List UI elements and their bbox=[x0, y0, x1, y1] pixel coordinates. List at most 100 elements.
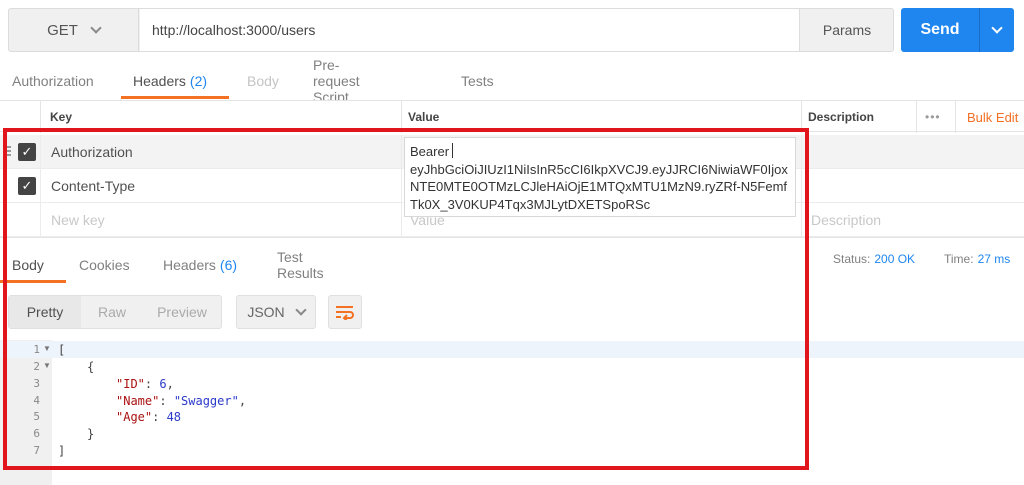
line-number: 3 bbox=[33, 377, 40, 390]
header-value-text: Bearer eyJhbGciOiJIUzI1NiIsInR5cCI6IkpXVC… bbox=[410, 143, 788, 212]
headers-count: (6) bbox=[219, 257, 238, 273]
params-button[interactable]: Params bbox=[801, 9, 893, 51]
chevron-down-icon bbox=[295, 304, 307, 316]
column-divider bbox=[401, 169, 402, 203]
chevron-down-icon bbox=[991, 22, 1003, 34]
tab-label: Body bbox=[247, 73, 279, 89]
send-button[interactable]: Send bbox=[901, 8, 1014, 52]
row-checkbox[interactable]: ✓ bbox=[18, 177, 36, 195]
column-description: Description bbox=[808, 110, 875, 124]
column-divider bbox=[916, 101, 917, 133]
chevron-down-icon bbox=[90, 22, 102, 34]
column-divider bbox=[801, 135, 802, 169]
column-divider bbox=[40, 203, 41, 237]
json-bracket: ] bbox=[58, 443, 66, 458]
line-number: 6 bbox=[33, 427, 40, 440]
column-divider bbox=[401, 203, 402, 237]
header-key[interactable]: Content-Type bbox=[51, 169, 135, 203]
divider bbox=[0, 237, 1024, 238]
tab-label: Test Results bbox=[277, 249, 324, 281]
column-divider bbox=[801, 101, 802, 133]
json-value: "Swagger" bbox=[173, 393, 239, 408]
json-value: 48 bbox=[166, 409, 182, 424]
line-number: 1 bbox=[33, 343, 40, 356]
active-line bbox=[0, 341, 1024, 358]
view-mode-group: Pretty Raw Preview bbox=[8, 295, 222, 329]
new-description-input[interactable]: Description bbox=[811, 203, 881, 237]
status-value: 200 OK bbox=[874, 252, 916, 266]
json-brace: } bbox=[87, 426, 95, 441]
new-key-input[interactable]: New key bbox=[51, 203, 105, 237]
send-options-button[interactable] bbox=[979, 8, 1014, 52]
tab-authorization[interactable]: Authorization bbox=[12, 63, 94, 99]
tab-test-results[interactable]: Test Results bbox=[277, 247, 324, 283]
url-input[interactable]: http://localhost:3000/users bbox=[140, 9, 800, 51]
column-divider bbox=[40, 169, 41, 203]
code-line: "Age": 48 bbox=[116, 409, 182, 424]
tab-headers[interactable]: Headers (2) bbox=[120, 63, 230, 99]
preview-button[interactable]: Preview bbox=[143, 296, 221, 328]
line-number: 2 bbox=[33, 360, 40, 373]
column-divider bbox=[401, 101, 402, 133]
format-label: JSON bbox=[247, 304, 285, 320]
row-checkbox[interactable]: ✓ bbox=[18, 143, 36, 161]
status-readout: Status: 200 OK bbox=[833, 252, 915, 266]
time-label: Time: bbox=[944, 252, 974, 266]
time-value: 27 ms bbox=[977, 252, 1011, 266]
code-line: { bbox=[87, 358, 94, 375]
json-value: 6 bbox=[159, 376, 167, 391]
code-line: ] bbox=[58, 442, 65, 459]
tab-cookies[interactable]: Cookies bbox=[79, 247, 130, 283]
method-select[interactable]: GET bbox=[9, 9, 139, 51]
code-line: "Name": "Swagger", bbox=[116, 393, 247, 408]
column-key: Key bbox=[50, 110, 73, 124]
bulk-edit-button[interactable]: Bulk Edit bbox=[967, 101, 1018, 133]
format-select[interactable]: JSON bbox=[236, 295, 316, 329]
json-bracket: [ bbox=[58, 342, 66, 357]
column-value: Value bbox=[408, 110, 440, 124]
send-label[interactable]: Send bbox=[901, 8, 979, 52]
text-caret bbox=[452, 143, 454, 158]
tab-response-body[interactable]: Body bbox=[0, 247, 66, 283]
code-line: [ bbox=[58, 341, 65, 358]
column-divider bbox=[40, 101, 41, 133]
header-value-editor[interactable]: Bearer eyJhbGciOiJIUzI1NiIsInR5cCI6IkpXVC… bbox=[404, 137, 796, 217]
column-divider bbox=[401, 135, 402, 169]
time-readout: Time: 27 ms bbox=[944, 252, 1010, 266]
tab-label: Body bbox=[12, 257, 44, 273]
tab-label: Authorization bbox=[12, 73, 94, 89]
more-options-icon[interactable]: ••• bbox=[925, 101, 941, 133]
column-divider bbox=[40, 135, 41, 169]
line-number: 5 bbox=[33, 410, 40, 423]
json-key: "ID" bbox=[116, 376, 145, 391]
tab-label: Headers bbox=[133, 73, 186, 89]
tab-tests[interactable]: Tests bbox=[461, 63, 494, 99]
code-line: } bbox=[87, 425, 94, 442]
headers-count: (2) bbox=[189, 73, 208, 89]
json-brace: { bbox=[87, 359, 95, 374]
headers-table-header: Key Value Description ••• Bulk Edit bbox=[0, 100, 1024, 133]
json-key: "Name" bbox=[116, 393, 160, 408]
fold-arrow-icon[interactable]: ▼ bbox=[43, 344, 51, 353]
tab-label: Headers bbox=[163, 257, 216, 273]
header-key[interactable]: Authorization bbox=[51, 135, 133, 169]
status-label: Status: bbox=[833, 252, 871, 266]
line-number: 7 bbox=[33, 444, 40, 457]
code-line: "ID": 6, bbox=[116, 376, 174, 391]
drag-handle-icon[interactable] bbox=[3, 146, 11, 158]
tab-body[interactable]: Body bbox=[247, 63, 279, 99]
raw-button[interactable]: Raw bbox=[81, 296, 143, 328]
request-bar: GET http://localhost:3000/users Params bbox=[8, 8, 894, 52]
tab-label: Tests bbox=[461, 73, 494, 89]
method-label: GET bbox=[47, 21, 78, 39]
wrap-icon bbox=[336, 306, 354, 320]
fold-arrow-icon[interactable]: ▼ bbox=[43, 361, 51, 370]
tab-label: Cookies bbox=[79, 257, 130, 273]
column-divider bbox=[955, 101, 956, 133]
tab-pre-request-script[interactable]: Pre-request Script bbox=[313, 57, 360, 105]
tab-response-headers[interactable]: Headers (6) bbox=[163, 247, 237, 283]
column-divider bbox=[801, 203, 802, 237]
pretty-button[interactable]: Pretty bbox=[9, 296, 81, 328]
tab-label: Pre-request Script bbox=[313, 57, 360, 105]
wrap-lines-button[interactable] bbox=[328, 295, 362, 329]
